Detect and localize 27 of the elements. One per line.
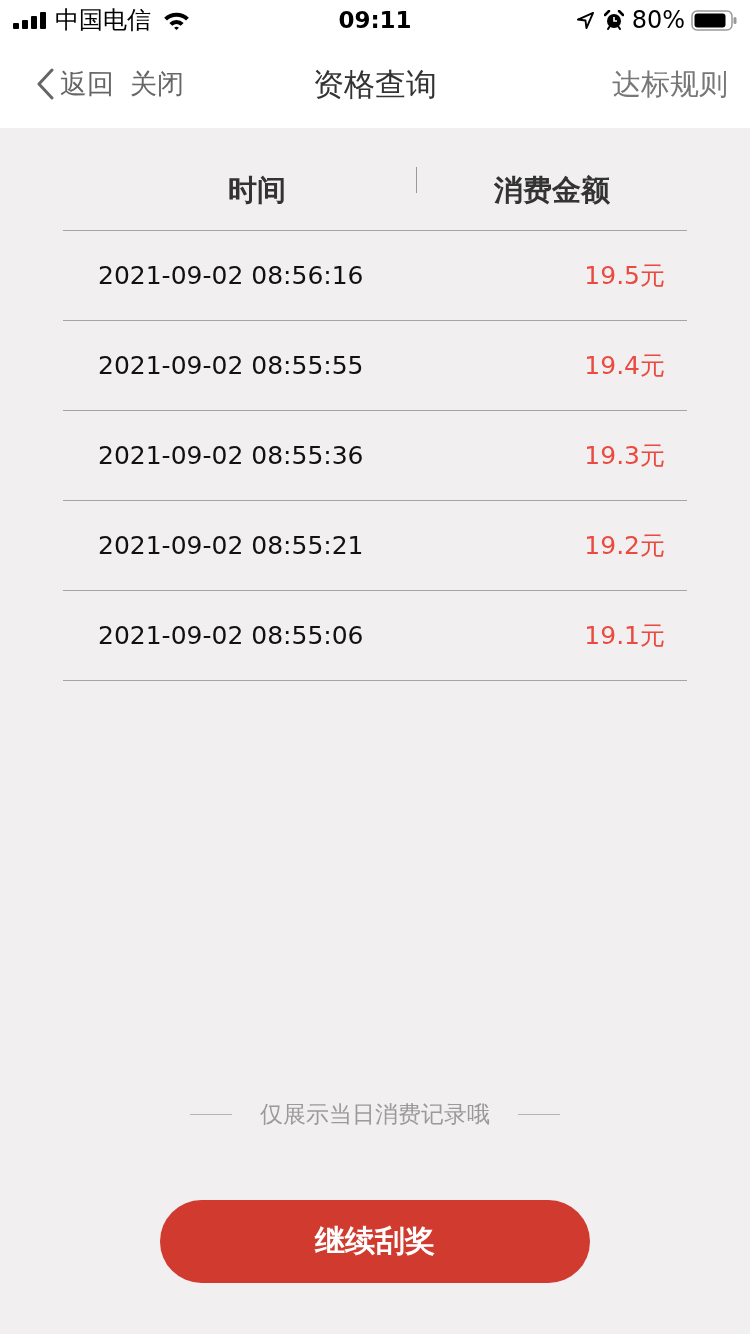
back-chevron-icon: [36, 68, 54, 100]
column-header: 时间: [226, 173, 287, 207]
record-amount: 19.5元: [584, 260, 665, 291]
column-header: 消费金额: [492, 173, 611, 207]
battery-percent: 80%: [631, 6, 685, 34]
wifi-icon: [163, 10, 190, 30]
record-time: 2021-09-02 08:56:16: [98, 260, 364, 291]
record-amount: 19.4元: [584, 350, 665, 381]
location-arrow-icon: [576, 11, 594, 29]
signal-icon: [13, 11, 47, 29]
record-time: 2021-09-02 08:55:55: [98, 350, 364, 381]
record-amount: 19.3元: [584, 440, 665, 471]
footnote-text: 仅展示当日消费记录哦: [260, 1100, 490, 1128]
record-time: 2021-09-02 08:55:06: [98, 620, 364, 651]
record-amount: 19.2元: [584, 530, 665, 561]
close-button[interactable]: 关闭: [130, 68, 184, 100]
alarm-clock-icon: [603, 10, 624, 30]
record-time: 2021-09-02 08:55:36: [98, 440, 364, 471]
rules-link[interactable]: 达标规则: [612, 66, 728, 102]
page-title: 资格查询: [313, 66, 437, 102]
continue-scratch-button[interactable]: 继续刮奖: [160, 1200, 590, 1283]
status-time: 09:11: [338, 6, 412, 34]
battery-icon: [691, 9, 737, 31]
back-button[interactable]: 返回: [36, 68, 114, 100]
record-time: 2021-09-02 08:55:21: [98, 530, 364, 561]
record-amount: 19.1元: [584, 620, 665, 651]
carrier-name: 中国电信: [55, 6, 151, 34]
